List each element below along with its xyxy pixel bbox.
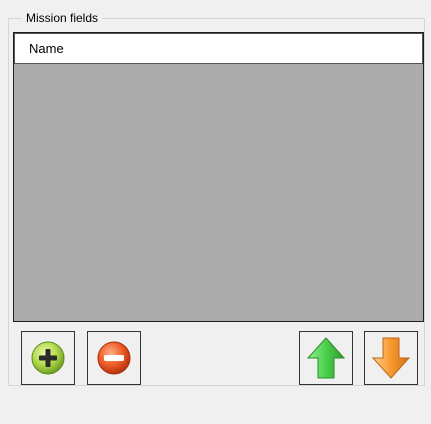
list-column-header[interactable]: Name	[14, 33, 423, 64]
name-column-label: Name	[29, 41, 64, 56]
mission-fields-title: Mission fields	[22, 11, 103, 25]
add-field-button[interactable]	[21, 331, 75, 385]
move-down-button[interactable]	[364, 331, 418, 385]
arrow-up-icon	[306, 336, 346, 380]
mission-fields-list[interactable]: Name	[13, 32, 424, 322]
arrow-down-icon	[371, 336, 411, 380]
move-up-button[interactable]	[299, 331, 353, 385]
plus-circle-icon	[30, 340, 66, 376]
remove-field-button[interactable]	[87, 331, 141, 385]
minus-circle-icon	[96, 340, 132, 376]
